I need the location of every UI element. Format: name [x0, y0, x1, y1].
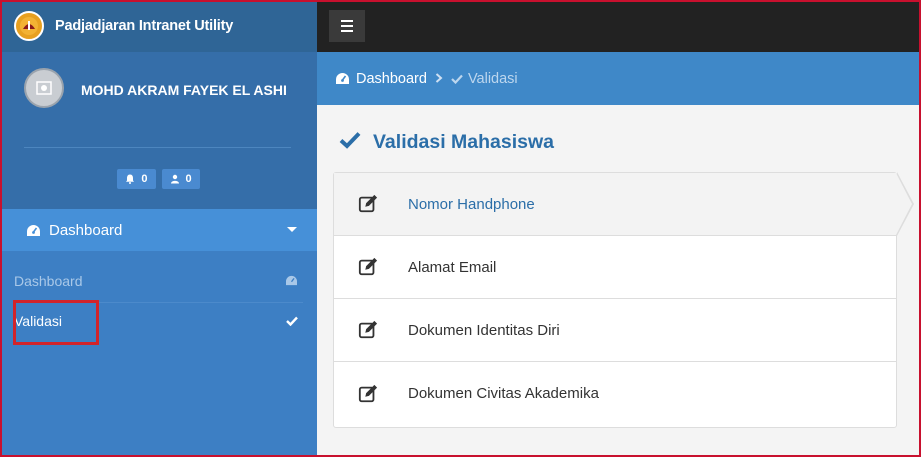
list-item-dokumen-civitas[interactable]: Dokumen Civitas Akademika: [334, 362, 896, 425]
highlight-annotation: [13, 300, 99, 345]
notification-count: 0: [141, 173, 148, 185]
notification-badge[interactable]: 0: [117, 169, 156, 189]
breadcrumb-home[interactable]: Dashboard: [356, 71, 427, 87]
submenu-item-dashboard[interactable]: Dashboard: [0, 261, 317, 301]
dashboard-icon: [27, 224, 40, 236]
check-icon: [286, 314, 298, 329]
user-name: MOHD AKRAM FAYEK EL ASHI: [81, 82, 287, 98]
dashboard-icon: [285, 274, 298, 289]
breadcrumb: Dashboard Validasi: [317, 52, 919, 105]
main-content: Dashboard Validasi Validasi Mahasiswa No…: [317, 52, 919, 457]
user-icon: [170, 174, 179, 184]
dashboard-icon: [336, 73, 349, 84]
divider: [24, 147, 291, 148]
list-item-label: Dokumen Identitas Diri: [408, 321, 560, 339]
edit-icon: [358, 194, 378, 213]
app-title: Padjadjaran Intranet Utility: [55, 18, 234, 34]
submenu-item-label: Dashboard: [14, 273, 83, 289]
check-icon: [339, 129, 361, 155]
menu-toggle-button[interactable]: [329, 10, 365, 42]
user-count-badge[interactable]: 0: [161, 169, 200, 189]
chevron-down-icon: [287, 227, 297, 232]
chevron-right-icon: [435, 71, 443, 86]
bell-icon: [126, 174, 135, 184]
list-item-alamat-email[interactable]: Alamat Email: [334, 236, 896, 299]
user-badges: 0 0: [0, 169, 317, 189]
page-title-text: Validasi Mahasiswa: [373, 130, 555, 153]
list-item-label: Dokumen Civitas Akademika: [408, 385, 599, 402]
page-title: Validasi Mahasiswa: [339, 129, 554, 155]
logo-icon: [14, 11, 44, 41]
breadcrumb-current: Validasi: [467, 70, 518, 87]
top-navbar: [317, 0, 921, 52]
user-panel: MOHD AKRAM FAYEK EL ASHI 0 0: [0, 52, 317, 209]
hamburger-icon: [341, 20, 353, 22]
sidebar-item-dashboard[interactable]: Dashboard: [0, 209, 317, 251]
brand-bar[interactable]: Padjadjaran Intranet Utility: [0, 0, 317, 52]
sidebar-submenu: Dashboard Validasi: [0, 251, 317, 457]
list-item-label: Alamat Email: [408, 258, 497, 276]
edit-icon: [358, 320, 378, 339]
edit-icon: [358, 257, 378, 276]
edit-icon: [358, 384, 378, 402]
check-icon: [451, 74, 463, 84]
user-count: 0: [185, 173, 192, 185]
list-item-nomor-handphone[interactable]: Nomor Handphone: [334, 172, 914, 236]
validation-list: Nomor Handphone Alamat Email Dokumen Ide…: [333, 172, 914, 428]
list-item-dokumen-identitas[interactable]: Dokumen Identitas Diri: [334, 299, 896, 362]
sidebar-item-label: Dashboard: [49, 221, 123, 239]
sidebar: MOHD AKRAM FAYEK EL ASHI 0 0 Dashboard D…: [0, 52, 317, 457]
list-item-label: Nomor Handphone: [408, 195, 535, 213]
